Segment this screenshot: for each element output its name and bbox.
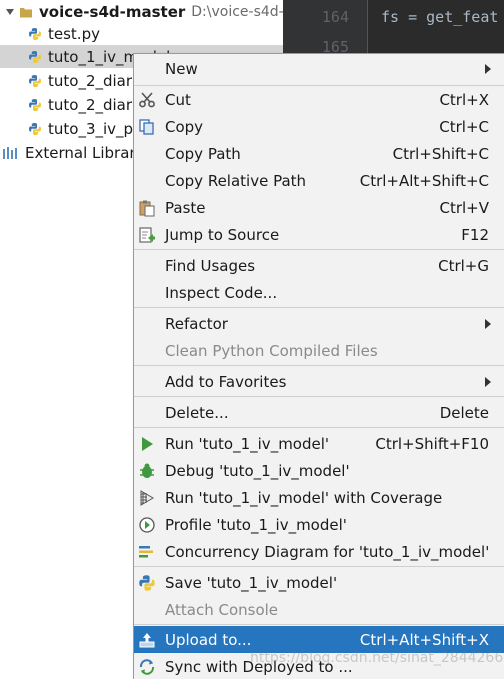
submenu-arrow-icon <box>485 377 491 387</box>
ide-window: voice-s4d-master D:\voice-s4d-ma test.py… <box>0 0 504 679</box>
python-file-icon <box>29 122 41 135</box>
menu-item-refactor[interactable]: Refactor <box>134 310 504 337</box>
menu-item-label: Find Usages <box>165 256 256 275</box>
menu-item-copy-path[interactable]: Copy Path Ctrl+Shift+C <box>134 140 504 167</box>
menu-item-label: Copy Relative Path <box>165 171 307 190</box>
menu-item-label: Upload to... <box>165 630 252 649</box>
sync-icon <box>139 659 155 675</box>
menu-item-label: Run 'tuto_1_iv_model' with Coverage <box>165 488 443 507</box>
tree-external-label: External Librarie <box>25 143 149 162</box>
menu-item-label: Run 'tuto_1_iv_model' <box>165 434 330 453</box>
menu-item-label: Attach Console <box>165 600 279 619</box>
menu-item-label: Cut <box>165 90 191 109</box>
menu-item-copy[interactable]: Copy Ctrl+C <box>134 113 504 140</box>
menu-item-label: Delete... <box>165 403 229 422</box>
code-line[interactable]: fs = get_feat <box>381 8 498 26</box>
menu-shortcut: Ctrl+Alt+Shift+X <box>359 630 489 649</box>
menu-item-label: Sync with Deployed to ... <box>165 657 353 676</box>
jump-to-source-icon <box>139 227 155 243</box>
menu-separator <box>134 427 504 428</box>
library-icon <box>3 146 17 159</box>
menu-item-label: Inspect Code... <box>165 283 278 302</box>
python-file-icon <box>29 50 41 63</box>
menu-item-label: Save 'tuto_1_iv_model' <box>165 573 338 592</box>
menu-item-paste[interactable]: Paste Ctrl+V <box>134 194 504 221</box>
menu-shortcut: Ctrl+Shift+F10 <box>375 434 489 453</box>
menu-item-label: Copy <box>165 117 204 136</box>
tree-root-node[interactable]: voice-s4d-master D:\voice-s4d-ma <box>0 0 289 23</box>
menu-item-copy-relative-path[interactable]: Copy Relative Path Ctrl+Alt+Shift+C <box>134 167 504 194</box>
menu-item-clean-compiled: Clean Python Compiled Files <box>134 337 504 364</box>
submenu-arrow-icon <box>485 319 491 329</box>
menu-shortcut: Ctrl+G <box>438 256 489 275</box>
run-icon <box>142 437 153 451</box>
tree-root-path: D:\voice-s4d-ma <box>191 3 289 20</box>
profile-icon <box>139 517 155 533</box>
menu-shortcut: Ctrl+C <box>439 117 489 136</box>
scissors-icon <box>139 92 155 108</box>
menu-item-upload-to[interactable]: Upload to... Ctrl+Alt+Shift+X <box>134 626 504 653</box>
menu-item-find-usages[interactable]: Find Usages Ctrl+G <box>134 252 504 279</box>
tree-file-name: tuto_3_iv_pl <box>48 119 138 138</box>
menu-shortcut: Ctrl+Alt+Shift+C <box>359 171 489 190</box>
menu-separator <box>134 624 504 625</box>
menu-item-label: Copy Path <box>165 144 241 163</box>
menu-separator <box>134 396 504 397</box>
menu-item-label: Paste <box>165 198 206 217</box>
menu-item-cut[interactable]: Cut Ctrl+X <box>134 86 504 113</box>
menu-item-debug[interactable]: Debug 'tuto_1_iv_model' <box>134 457 504 484</box>
menu-item-save[interactable]: Save 'tuto_1_iv_model' <box>134 569 504 596</box>
menu-item-run[interactable]: Run 'tuto_1_iv_model' Ctrl+Shift+F10 <box>134 430 504 457</box>
menu-item-inspect-code[interactable]: Inspect Code... <box>134 279 504 306</box>
python-save-icon <box>139 575 155 591</box>
tree-file-name: tuto_2_diar <box>48 71 133 90</box>
coverage-icon <box>140 490 154 506</box>
expand-arrow-icon[interactable] <box>6 8 14 15</box>
menu-item-label: Jump to Source <box>165 225 280 244</box>
menu-separator <box>134 566 504 567</box>
python-file-icon <box>29 98 41 111</box>
copy-icon <box>139 119 154 135</box>
menu-shortcut: Ctrl+V <box>439 198 489 217</box>
tree-file-name: tuto_2_diar <box>48 95 133 114</box>
submenu-arrow-icon <box>485 64 491 74</box>
menu-item-sync-with-deployed[interactable]: Sync with Deployed to ... <box>134 653 504 679</box>
menu-separator <box>134 307 504 308</box>
menu-item-label: Clean Python Compiled Files <box>165 341 378 360</box>
debug-bug-icon <box>140 463 154 478</box>
clipboard-icon <box>139 200 155 217</box>
python-file-icon <box>29 74 41 87</box>
upload-icon <box>139 633 155 648</box>
menu-item-label: Profile 'tuto_1_iv_model' <box>165 515 347 534</box>
menu-item-label: Refactor <box>165 314 228 333</box>
menu-shortcut: Ctrl+X <box>439 90 489 109</box>
menu-separator <box>134 365 504 366</box>
menu-item-label: New <box>165 59 198 78</box>
menu-item-concurrency-diagram[interactable]: Concurrency Diagram for 'tuto_1_iv_model… <box>134 538 504 565</box>
tree-root-name: voice-s4d-master <box>39 2 186 21</box>
folder-icon <box>20 7 32 17</box>
menu-item-delete[interactable]: Delete... Delete <box>134 399 504 426</box>
menu-item-run-with-coverage[interactable]: Run 'tuto_1_iv_model' with Coverage <box>134 484 504 511</box>
menu-item-attach-console: Attach Console <box>134 596 504 623</box>
menu-shortcut: F12 <box>461 225 489 244</box>
line-number: 164 <box>321 8 349 26</box>
menu-shortcut: Ctrl+Shift+C <box>392 144 489 163</box>
tree-file-item[interactable]: test.py <box>0 22 311 45</box>
concurrency-diagram-icon <box>139 546 153 558</box>
python-file-icon <box>29 27 41 40</box>
menu-item-add-to-favorites[interactable]: Add to Favorites <box>134 368 504 395</box>
menu-item-jump-to-source[interactable]: Jump to Source F12 <box>134 221 504 248</box>
context-menu: New Cut Ctrl+X Copy Ctrl+C Copy Path Ctr… <box>133 53 504 679</box>
menu-item-new[interactable]: New <box>134 55 504 82</box>
menu-separator <box>134 249 504 250</box>
menu-item-label: Concurrency Diagram for 'tuto_1_iv_model… <box>165 542 490 561</box>
menu-item-label: Debug 'tuto_1_iv_model' <box>165 461 350 480</box>
menu-item-profile[interactable]: Profile 'tuto_1_iv_model' <box>134 511 504 538</box>
menu-item-label: Add to Favorites <box>165 372 287 391</box>
menu-shortcut: Delete <box>439 403 489 422</box>
tree-file-name: test.py <box>48 24 100 43</box>
